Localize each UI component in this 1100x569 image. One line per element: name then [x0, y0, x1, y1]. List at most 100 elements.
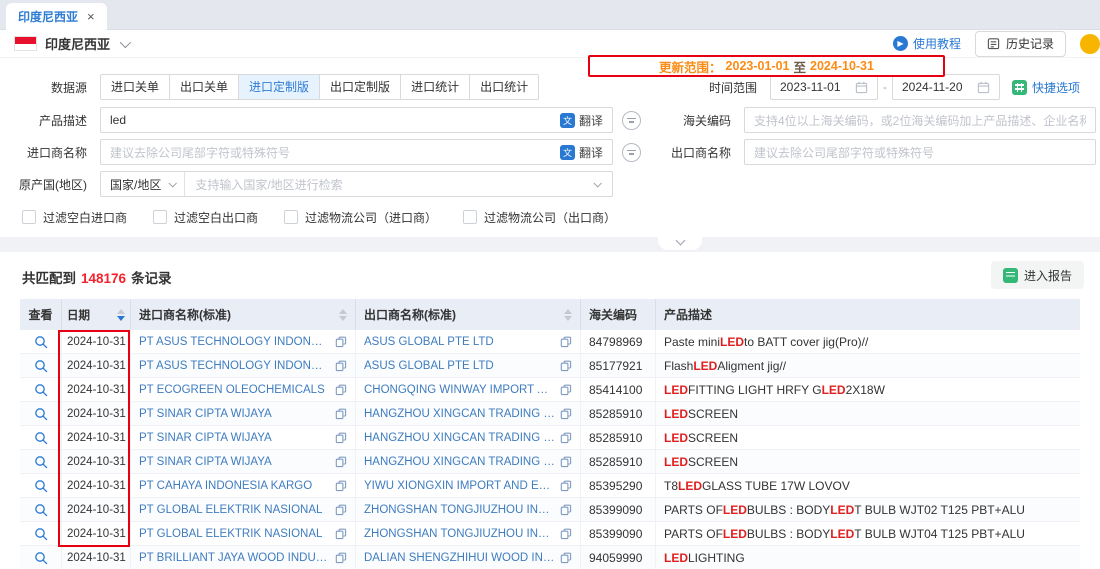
hs-code-cell: 94059990 [581, 546, 656, 569]
exporter-name-link[interactable]: ASUS GLOBAL PTE LTD [364, 360, 494, 372]
sort-icon[interactable] [339, 309, 347, 321]
origin-input[interactable]: 国家/地区 支持输入国家/地区进行检索 [100, 171, 613, 197]
exporter-name-link[interactable]: ZHONGSHAN TONGJIUZHOU INTERNA... [364, 504, 555, 516]
copy-icon[interactable] [335, 552, 347, 564]
tab-import-statistics[interactable]: 进口统计 [400, 75, 469, 99]
tutorial-icon: ▶ [893, 36, 908, 51]
tab-export-declarations[interactable]: 出口关单 [169, 75, 238, 99]
importer-name-link[interactable]: PT GLOBAL ELEKTRIK NASIONAL [139, 528, 322, 540]
tab-import-declarations[interactable]: 进口关单 [101, 75, 169, 99]
checkbox-icon[interactable] [22, 210, 36, 224]
tutorial-link[interactable]: ▶ 使用教程 [893, 35, 961, 52]
column-header-1[interactable]: 日期 [62, 299, 131, 330]
copy-icon[interactable] [560, 384, 572, 396]
date-start-input[interactable]: 2023-11-01 [770, 74, 878, 100]
tab-import-custom[interactable]: 进口定制版 [238, 75, 319, 99]
copy-icon[interactable] [560, 528, 572, 540]
view-detail-button[interactable] [34, 359, 48, 373]
close-icon[interactable]: × [87, 10, 95, 23]
copy-icon[interactable] [560, 504, 572, 516]
importer-name-link[interactable]: PT SINAR CIPTA WIJAYA [139, 432, 272, 444]
exporter-name-link[interactable]: ASUS GLOBAL PTE LTD [364, 336, 494, 348]
exporter-name-link[interactable]: ZHONGSHAN TONGJIUZHOU INTERNA... [364, 528, 555, 540]
view-detail-button[interactable] [34, 551, 48, 565]
importer-name-link[interactable]: PT CAHAYA INDONESIA KARGO [139, 480, 312, 492]
exporter-name-link[interactable]: DALIAN SHENGZHIHUI WOOD INDUST... [364, 552, 555, 564]
exporter-input[interactable]: 建议去除公司尾部字符或特殊符号 [744, 139, 1096, 165]
copy-icon[interactable] [560, 552, 572, 564]
exporter-name-link[interactable]: HANGZHOU XINGCAN TRADING CO LTD [364, 432, 555, 444]
date-cell: 2024-10-31 [62, 426, 131, 449]
quick-options-button[interactable]: 快捷选项 [1012, 79, 1080, 96]
view-detail-button[interactable] [34, 383, 48, 397]
copy-icon[interactable] [560, 480, 572, 492]
importer-name-link[interactable]: PT SINAR CIPTA WIJAYA [139, 408, 272, 420]
vip-icon[interactable] [1080, 34, 1100, 54]
exporter-name-link[interactable]: HANGZHOU XINGCAN TRADING CO LTD [364, 408, 555, 420]
exclude-keyword-button[interactable] [622, 143, 641, 162]
tab-export-statistics[interactable]: 出口统计 [469, 75, 538, 99]
checkbox-filter-blank-importer[interactable]: 过滤空白进口商 [22, 209, 127, 226]
product-desc-input[interactable]: led 文 翻译 [100, 107, 613, 133]
importer-name-link[interactable]: PT SINAR CIPTA WIJAYA [139, 456, 272, 468]
copy-icon[interactable] [335, 336, 347, 348]
exporter-name-link[interactable]: CHONGQING WINWAY IMPORT AND E... [364, 384, 555, 396]
copy-icon[interactable] [335, 408, 347, 420]
product-desc-cell: Paste miniLED to BATT cover jig(Pro)// [656, 330, 1080, 353]
exporter-name-link[interactable]: YIWU XIONGXIN IMPORT AND EXPORT... [364, 480, 555, 492]
column-header-3[interactable]: 出口商名称(标准) [356, 299, 581, 330]
copy-icon[interactable] [335, 360, 347, 372]
hs-code-input[interactable]: 支持4位以上海关编码，或2位海关编码加上产品描述、企业名称的任意信息 [744, 107, 1096, 133]
importer-name-link[interactable]: PT ASUS TECHNOLOGY INDONESIA BA... [139, 360, 330, 372]
copy-icon[interactable] [560, 408, 572, 420]
checkbox-icon[interactable] [153, 210, 167, 224]
copy-icon[interactable] [335, 384, 347, 396]
view-detail-button[interactable] [34, 431, 48, 445]
checkbox-filter-logistics-exporter[interactable]: 过滤物流公司（出口商） [463, 209, 616, 226]
view-detail-button[interactable] [34, 407, 48, 421]
view-detail-button[interactable] [34, 503, 48, 517]
view-detail-button[interactable] [34, 455, 48, 469]
sort-icon[interactable] [564, 309, 572, 321]
translate-button[interactable]: 文 翻译 [560, 144, 603, 161]
copy-icon[interactable] [560, 336, 572, 348]
view-detail-button[interactable] [34, 479, 48, 493]
checkbox-filter-logistics-importer[interactable]: 过滤物流公司（进口商） [284, 209, 437, 226]
exclude-keyword-button[interactable] [622, 111, 641, 130]
importer-name-link[interactable]: PT ASUS TECHNOLOGY INDONESIA BA... [139, 336, 330, 348]
importer-name-link[interactable]: PT ECOGREEN OLEOCHEMICALS [139, 384, 325, 396]
keyword-highlight: LED [723, 527, 747, 541]
sort-icon[interactable] [117, 309, 125, 321]
importer-name-link[interactable]: PT GLOBAL ELEKTRIK NASIONAL [139, 504, 322, 516]
app-window: 印度尼西亚 × 印度尼西亚 ▶ 使用教程 历史记录 更新范围： 2023-01-… [0, 0, 1100, 569]
checkbox-icon[interactable] [463, 210, 477, 224]
history-button[interactable]: 历史记录 [975, 31, 1066, 57]
tab-indonesia[interactable]: 印度尼西亚 × [6, 3, 107, 30]
copy-icon[interactable] [335, 456, 347, 468]
tab-export-custom[interactable]: 出口定制版 [319, 75, 400, 99]
enter-report-button[interactable]: 进入报告 [991, 261, 1084, 289]
importer-name-link[interactable]: PT BRILLIANT JAYA WOOD INDUSTRY [139, 552, 330, 564]
view-detail-button[interactable] [34, 335, 48, 349]
date-end-input[interactable]: 2024-11-20 [892, 74, 1000, 100]
copy-icon[interactable] [560, 456, 572, 468]
hs-code-label: 海关编码 [660, 112, 744, 129]
view-detail-button[interactable] [34, 527, 48, 541]
importer-cell: PT CAHAYA INDONESIA KARGO [131, 474, 356, 497]
copy-icon[interactable] [335, 432, 347, 444]
checkbox-icon[interactable] [284, 210, 298, 224]
history-icon [987, 37, 1000, 50]
copy-icon[interactable] [335, 480, 347, 492]
translate-button[interactable]: 文 翻译 [560, 112, 603, 129]
copy-icon[interactable] [335, 528, 347, 540]
copy-icon[interactable] [335, 504, 347, 516]
copy-icon[interactable] [560, 360, 572, 372]
chevron-down-icon[interactable] [120, 36, 131, 47]
origin-select[interactable]: 国家/地区 [101, 172, 185, 196]
copy-icon[interactable] [560, 432, 572, 444]
column-header-2[interactable]: 进口商名称(标准) [131, 299, 356, 330]
checkbox-filter-blank-exporter[interactable]: 过滤空白出口商 [153, 209, 258, 226]
exporter-name-link[interactable]: HANGZHOU XINGCAN TRADING CO LTD [364, 456, 555, 468]
collapse-filters-button[interactable] [658, 237, 702, 250]
importer-input[interactable]: 建议去除公司尾部字符或特殊符号 文 翻译 [100, 139, 613, 165]
